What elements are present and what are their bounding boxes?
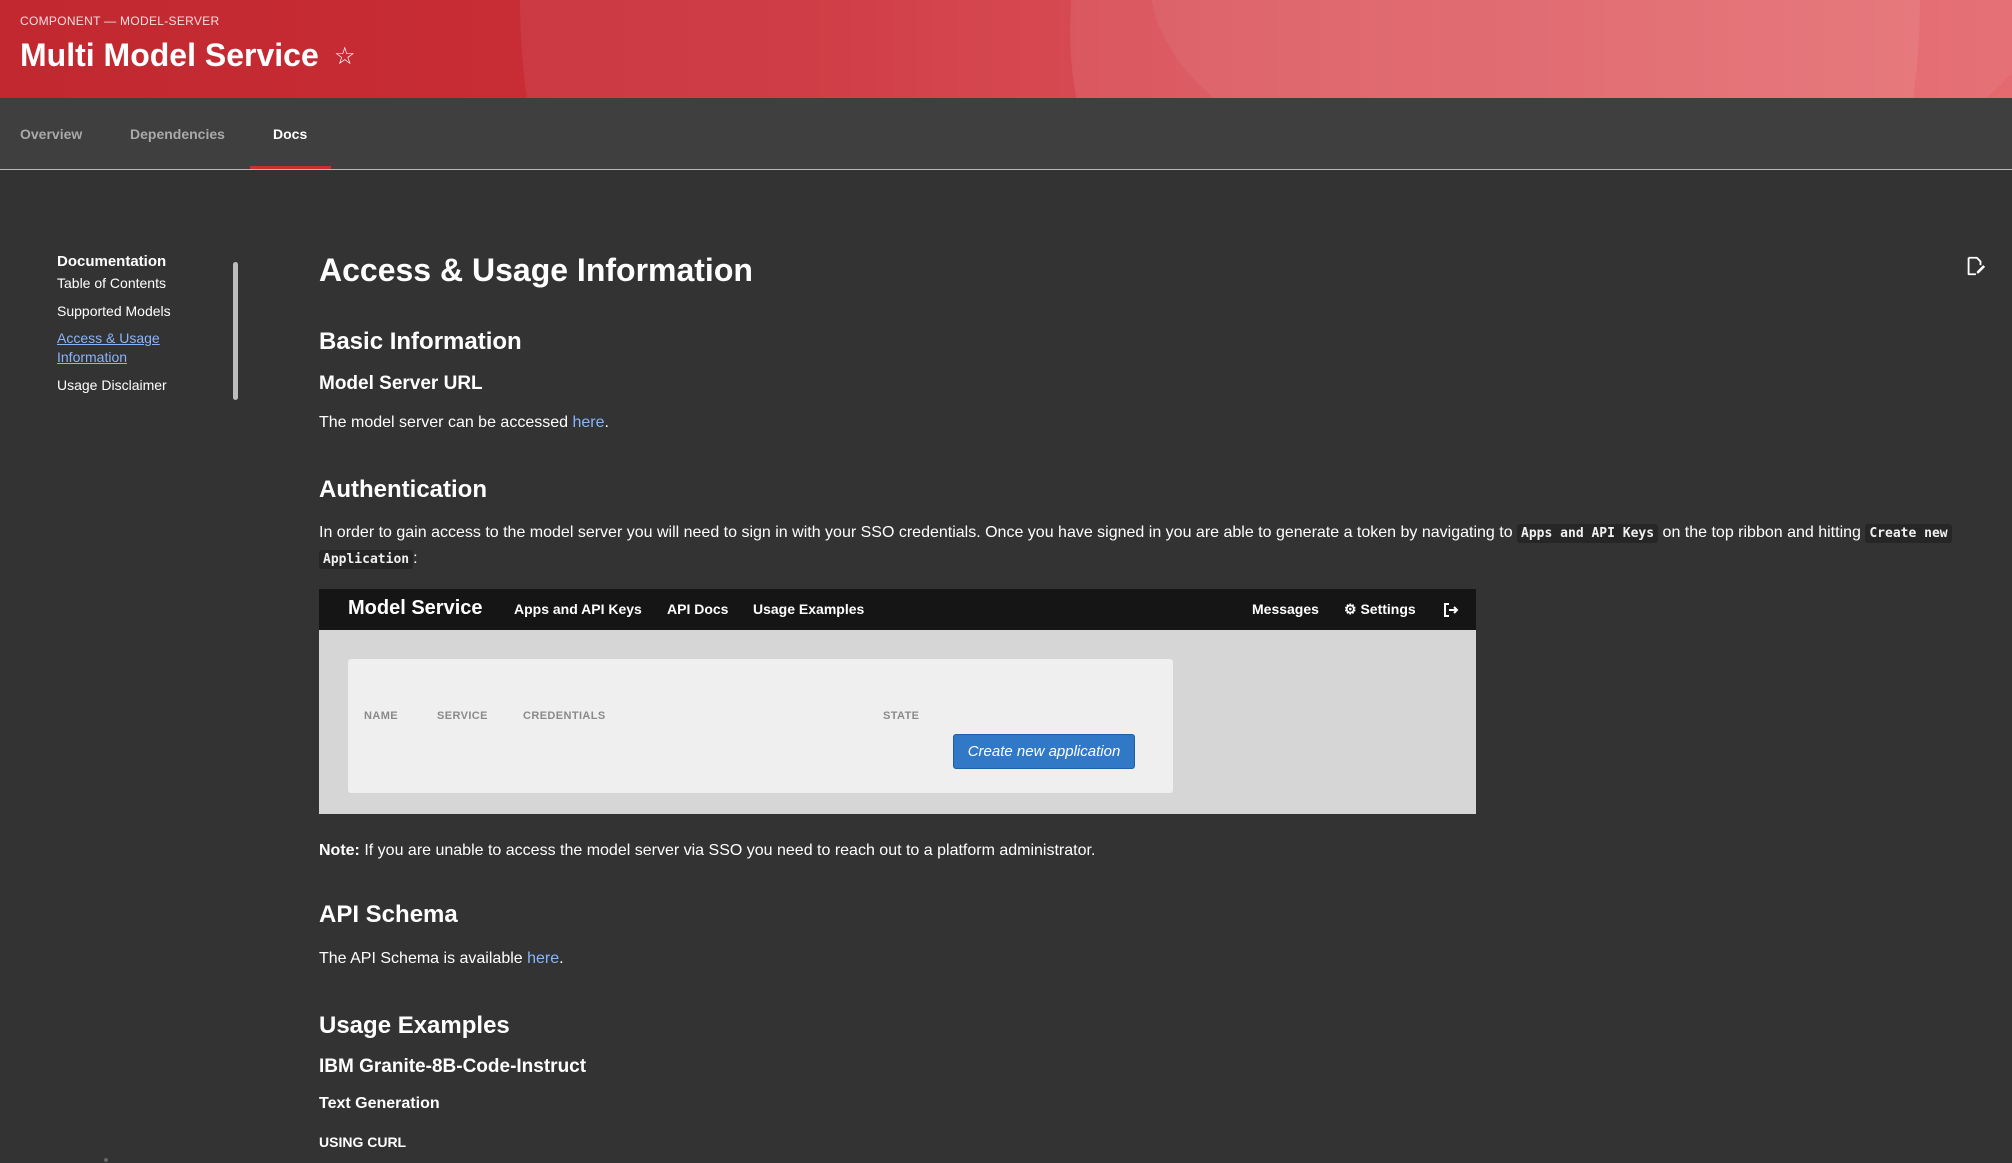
embedded-column-header: SERVICE	[437, 710, 488, 722]
paragraph-text: :	[413, 550, 418, 567]
auth-paragraph-line-2: Application:	[319, 546, 418, 573]
embedded-nav-apps: Apps and API Keys	[514, 601, 642, 617]
paragraph-text: In order to gain access to the model ser…	[319, 524, 1518, 541]
paragraph-text: .	[604, 414, 609, 431]
model-server-paragraph: The model server can be accessed here.	[319, 410, 609, 436]
embedded-column-header: NAME	[364, 710, 398, 722]
gear-icon: ⚙	[1344, 601, 1357, 617]
sidebar-item-usage-disclaimer[interactable]: Usage Disclaimer	[57, 376, 167, 395]
note-label: Note:	[319, 842, 360, 859]
embedded-brand: Model Service	[348, 597, 483, 619]
embedded-nav-usage-examples: Usage Examples	[753, 601, 865, 617]
embedded-screenshot: Model Service Apps and API Keys API Docs…	[319, 589, 1476, 814]
note-paragraph: Note: If you are unable to access the mo…	[319, 838, 1095, 864]
sidebar-item-table-of-contents[interactable]: Table of Contents	[57, 274, 166, 293]
inline-code: Create new	[1865, 524, 1952, 543]
sidebar-scrollbar[interactable]	[233, 262, 238, 400]
decorative-dot	[104, 1158, 108, 1162]
api-schema-paragraph: The API Schema is available here.	[319, 946, 564, 972]
sidebar-item-access-usage-cont[interactable]: Information	[57, 348, 127, 367]
embedded-apps-panel: NAME SERVICE CREDENTIALS STATE Create ne…	[348, 659, 1173, 793]
using-curl-heading: USING CURL	[319, 1134, 407, 1150]
text-generation-heading: Text Generation	[319, 1095, 440, 1112]
content-title: Access & Usage Information	[319, 252, 753, 288]
embedded-nav-settings: ⚙ Settings	[1344, 601, 1416, 618]
embedded-column-header: STATE	[883, 710, 920, 722]
header-decoration	[1150, 0, 2012, 98]
tab-docs[interactable]: Docs	[273, 98, 307, 170]
api-schema-link[interactable]: here	[527, 950, 559, 967]
basic-info-heading: Basic Information	[319, 328, 522, 355]
sidebar-heading: Documentation	[57, 253, 167, 270]
edit-page-icon[interactable]	[1964, 255, 1986, 277]
embedded-nav-api-docs: API Docs	[667, 601, 729, 617]
tab-dependencies[interactable]: Dependencies	[130, 98, 225, 170]
breadcrumb: COMPONENT — MODEL-SERVER	[20, 14, 220, 28]
sidebar-item-supported-models[interactable]: Supported Models	[57, 302, 171, 321]
star-icon[interactable]: ☆	[334, 42, 356, 71]
embedded-column-header: CREDENTIALS	[523, 710, 606, 722]
usage-examples-heading: Usage Examples	[319, 1012, 510, 1039]
tab-overview[interactable]: Overview	[20, 98, 82, 170]
embedded-nav-settings-label: Settings	[1360, 601, 1416, 617]
api-schema-heading: API Schema	[319, 901, 458, 928]
model-heading: IBM Granite-8B-Code-Instruct	[319, 1056, 587, 1077]
paragraph-text: .	[559, 950, 564, 967]
sidebar-item-access-usage[interactable]: Access & Usage	[57, 329, 160, 348]
paragraph-text: The API Schema is available	[319, 950, 528, 967]
paragraph-text: The model server can be accessed	[319, 414, 573, 431]
active-tab-indicator	[250, 166, 331, 169]
paragraph-text: on the top ribbon and hitting	[1658, 524, 1866, 541]
page-title: Multi Model Service	[20, 37, 319, 73]
embedded-nav-messages: Messages	[1252, 601, 1319, 617]
page-header: COMPONENT — MODEL-SERVER Multi Model Ser…	[0, 0, 2012, 98]
auth-paragraph-line-1: In order to gain access to the model ser…	[319, 520, 1952, 547]
logout-icon	[1444, 603, 1459, 617]
tab-bar: Overview Dependencies Docs	[0, 98, 2012, 170]
model-server-url-heading: Model Server URL	[319, 373, 483, 394]
embedded-navbar: Model Service Apps and API Keys API Docs…	[319, 589, 1476, 630]
inline-code: Apps and API Keys	[1517, 524, 1659, 543]
inline-code: Application	[319, 550, 414, 569]
authentication-heading: Authentication	[319, 476, 487, 503]
paragraph-text: If you are unable to access the model se…	[359, 842, 1096, 859]
model-server-link[interactable]: here	[572, 414, 604, 431]
embedded-create-application-button: Create new application	[953, 734, 1135, 769]
